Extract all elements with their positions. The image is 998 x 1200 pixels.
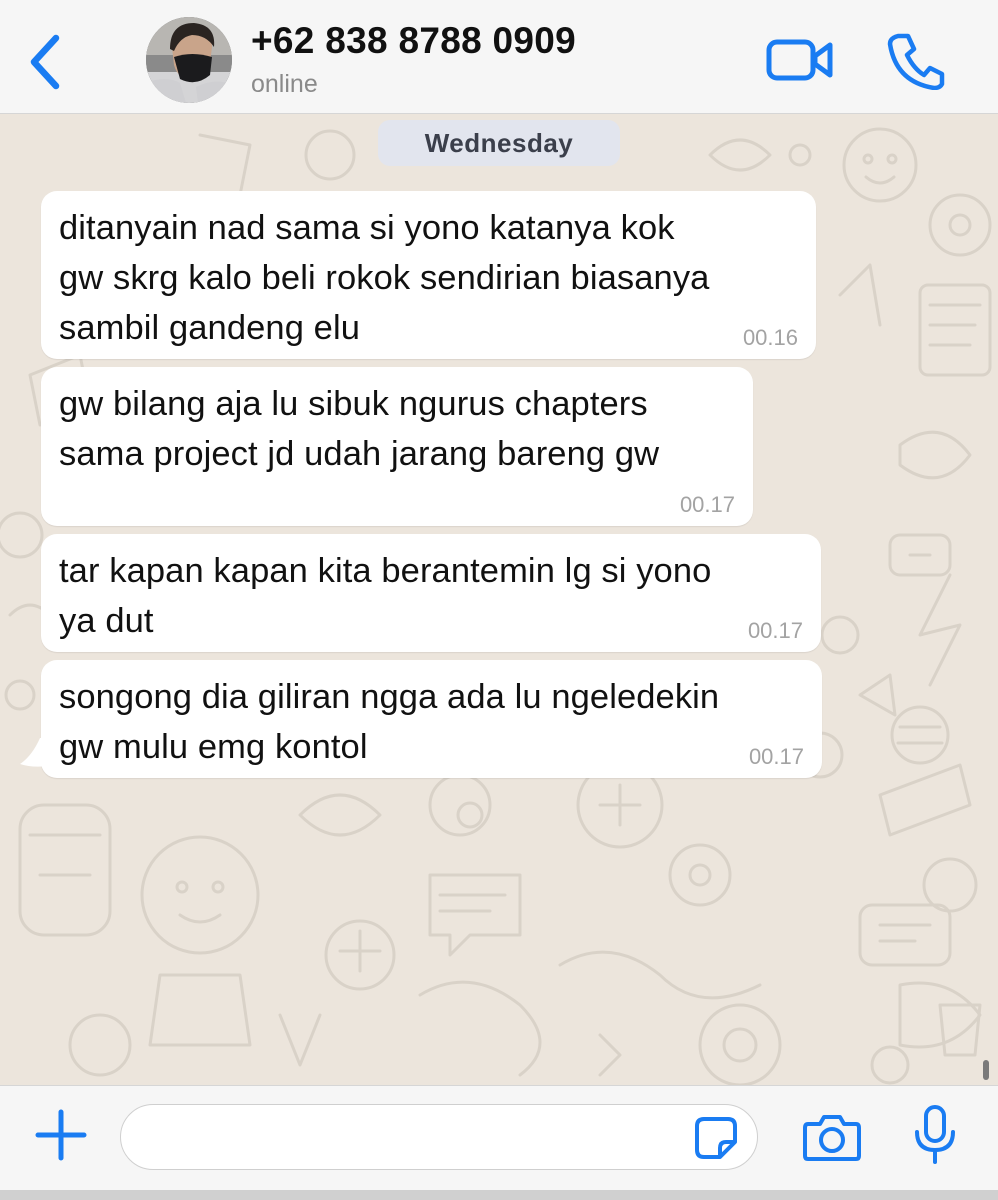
- video-call-button[interactable]: [766, 36, 834, 84]
- camera-icon: [803, 1115, 861, 1161]
- message-composer: [0, 1085, 998, 1200]
- message-text: tar kapan kapan kita berantemin lg si yo…: [59, 552, 712, 640]
- message-bubble[interactable]: ditanyain nad sama si yono katanya kok g…: [41, 191, 816, 359]
- sticker-button[interactable]: [694, 1116, 738, 1160]
- bubble-tail: [20, 738, 48, 767]
- voice-message-button[interactable]: [912, 1104, 958, 1166]
- phone-icon: [887, 33, 945, 91]
- message-bubble[interactable]: songong dia giliran ngga ada lu ngeledek…: [41, 660, 822, 778]
- scrollbar[interactable]: [983, 1060, 989, 1080]
- chat-header: +62 838 8788 0909 online: [0, 0, 998, 114]
- avatar-image: [146, 17, 232, 103]
- plus-icon: [35, 1109, 87, 1161]
- date-separator: Wednesday: [378, 120, 620, 166]
- voice-call-button[interactable]: [886, 32, 946, 91]
- contact-status: online: [251, 70, 318, 98]
- video-camera-icon: [766, 39, 833, 81]
- message-input[interactable]: [120, 1104, 758, 1170]
- message-text: gw bilang aja lu sibuk ngurus chapters s…: [59, 385, 660, 473]
- chevron-left-icon: [30, 34, 60, 90]
- message-bubble[interactable]: tar kapan kapan kita berantemin lg si yo…: [41, 534, 821, 652]
- message-time: 00.17: [679, 492, 735, 517]
- contact-name[interactable]: +62 838 8788 0909: [251, 20, 576, 62]
- message-text: ditanyain nad sama si yono katanya kok g…: [59, 209, 710, 347]
- attach-button[interactable]: [32, 1106, 90, 1164]
- avatar[interactable]: [146, 17, 232, 103]
- home-indicator-bar: [0, 1190, 998, 1200]
- message-text: songong dia giliran ngga ada lu ngeledek…: [59, 678, 720, 766]
- microphone-icon: [915, 1105, 955, 1164]
- message-time: 00.16: [742, 325, 798, 350]
- message-bubble[interactable]: gw bilang aja lu sibuk ngurus chapters s…: [41, 367, 753, 526]
- chat-area[interactable]: Wednesday ditanyain nad sama si yono kat…: [0, 115, 998, 1085]
- camera-button[interactable]: [802, 1112, 862, 1162]
- back-button[interactable]: [22, 32, 70, 92]
- sticker-icon: [695, 1117, 737, 1159]
- message-time: 00.17: [748, 744, 804, 769]
- message-time: 00.17: [747, 618, 803, 643]
